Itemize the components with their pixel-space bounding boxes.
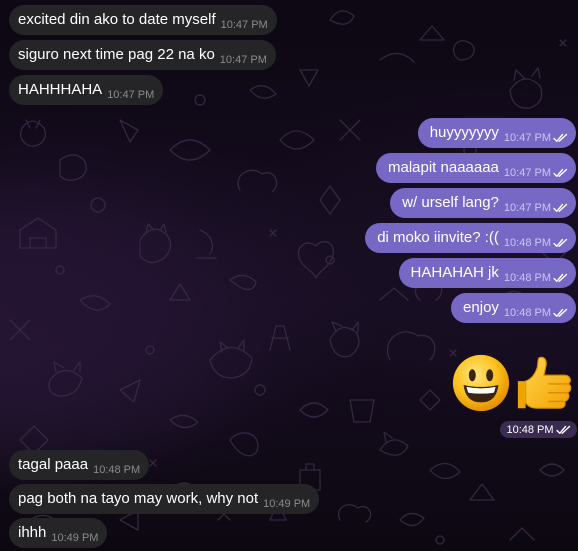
message-timestamp: 10:48 PM <box>93 464 141 476</box>
message-timestamp: 10:47 PM <box>503 132 551 144</box>
message-timestamp: 10:47 PM <box>503 167 551 179</box>
sticker-timestamp-badge: 10:48 PM <box>500 421 577 438</box>
message-bubble-outgoing[interactable]: w/ urself lang? 10:47 PM <box>390 188 576 218</box>
message-bubble-incoming[interactable]: excited din ako to date myself 10:47 PM <box>9 5 277 35</box>
message-bubble-incoming[interactable]: HAHHHAHA 10:47 PM <box>9 75 164 105</box>
message-bubble-outgoing[interactable]: malapit naaaaaa 10:47 PM <box>375 153 576 183</box>
thumbs-up-emoji-icon <box>517 356 572 409</box>
message-text: huyyyyyyy <box>429 124 499 141</box>
message-timestamp: 10:47 PM <box>219 54 267 66</box>
message-bubble-outgoing[interactable]: huyyyyyyy 10:47 PM <box>417 118 576 148</box>
message-text: HAHAHAH jk <box>410 264 499 281</box>
read-double-check-icon <box>553 133 568 142</box>
message-timestamp: 10:49 PM <box>263 498 311 510</box>
smiling-face-emoji-icon <box>452 354 510 412</box>
read-double-check-icon <box>553 273 568 282</box>
message-text: excited din ako to date myself <box>18 11 216 28</box>
message-bubble-outgoing[interactable]: HAHAHAH jk 10:48 PM <box>398 258 576 288</box>
message-text: di moko iinvite? :(( <box>377 229 499 246</box>
read-double-check-icon <box>553 203 568 212</box>
message-timestamp: 10:48 PM <box>503 272 551 284</box>
message-timestamp: 10:48 PM <box>503 237 551 249</box>
message-bubble-outgoing[interactable]: di moko iinvite? :(( 10:48 PM <box>365 223 576 253</box>
message-text: enjoy <box>463 299 499 316</box>
message-text: malapit naaaaaa <box>387 159 499 176</box>
read-double-check-icon <box>553 308 568 317</box>
message-bubble-outgoing[interactable]: enjoy 10:48 PM <box>451 293 576 323</box>
message-bubble-incoming[interactable]: tagal paaa 10:48 PM <box>9 450 150 480</box>
message-timestamp: 10:47 PM <box>107 89 155 101</box>
message-timestamp: 10:47 PM <box>503 202 551 214</box>
message-text: siguro next time pag 22 na ko <box>18 46 215 63</box>
message-text: tagal paaa <box>18 456 89 473</box>
message-text: pag both na tayo may work, why not <box>18 490 259 507</box>
read-double-check-icon <box>553 168 568 177</box>
message-timestamp: 10:48 PM <box>506 423 554 436</box>
read-double-check-icon <box>555 425 570 434</box>
read-double-check-icon <box>553 238 568 247</box>
message-text: ihhh <box>18 524 47 541</box>
message-bubble-incoming[interactable]: pag both na tayo may work, why not 10:49… <box>9 484 320 514</box>
message-timestamp: 10:49 PM <box>51 532 99 544</box>
message-text: HAHHHAHA <box>18 81 103 98</box>
message-bubble-incoming[interactable]: siguro next time pag 22 na ko 10:47 PM <box>9 40 276 70</box>
message-timestamp: 10:47 PM <box>220 19 268 31</box>
message-text: w/ urself lang? <box>402 194 499 211</box>
message-timestamp: 10:48 PM <box>503 307 551 319</box>
message-bubble-incoming[interactable]: ihhh 10:49 PM <box>9 518 108 548</box>
